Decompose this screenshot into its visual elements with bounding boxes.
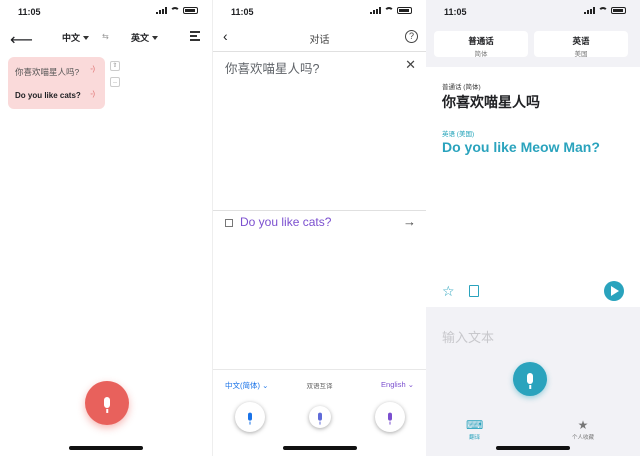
mic-icon [388, 412, 392, 421]
settings-sliders-icon[interactable] [190, 31, 200, 43]
mic-button[interactable] [513, 362, 547, 396]
target-language-sub: 美国 [574, 51, 588, 58]
status-bar: 11:05 [426, 0, 640, 22]
mic-button[interactable] [85, 381, 129, 425]
signal-icon [156, 7, 167, 14]
translate-icon: ⌨ [466, 418, 484, 432]
tab-translate[interactable]: ⌨ 翻译 [466, 418, 483, 441]
tab-translate-label: 翻译 [469, 435, 481, 441]
speaker-icon[interactable]: ◦) [90, 91, 95, 98]
target-language-label: 英文 [131, 33, 150, 43]
chevron-down-icon [83, 35, 90, 40]
battery-icon [183, 7, 198, 14]
status-icons [584, 7, 626, 14]
status-time: 11:05 [18, 7, 41, 17]
target-label: 英语 (美国) [442, 131, 475, 138]
home-indicator [69, 446, 143, 450]
star-icon: ★ [577, 418, 589, 432]
swap-languages-icon[interactable]: ⇆ [102, 32, 109, 41]
page-title: 对话 [309, 35, 330, 46]
star-icon[interactable]: ☆ [442, 283, 455, 300]
source-text-input[interactable]: 你喜欢喵星人吗? [225, 58, 319, 77]
source-language-sub: 简体 [474, 51, 488, 58]
mic-icon [248, 412, 252, 421]
answer-text: Do you like cats? [15, 91, 81, 100]
copy-icon[interactable] [225, 219, 233, 227]
more-icon[interactable]: ‥ [110, 77, 120, 87]
play-icon[interactable] [604, 281, 624, 301]
tab-favorites[interactable]: ★ 个人收藏 [572, 418, 594, 441]
text-input[interactable]: 输入文本 [442, 327, 494, 346]
signal-icon [584, 7, 595, 14]
divider [213, 210, 426, 211]
source-language-selector[interactable]: 中文 [62, 31, 90, 44]
right-mic-button[interactable] [375, 402, 405, 432]
mic-icon [318, 412, 322, 421]
battery-icon [611, 7, 626, 14]
share-icon[interactable]: ⇧ [110, 61, 120, 71]
right-language-selector[interactable]: English ⌄ [381, 380, 414, 389]
forward-arrow-icon[interactable]: → [403, 214, 416, 229]
target-language-button[interactable]: 英语 美国 [534, 31, 628, 58]
header: ‹ 对话 ? [213, 22, 426, 52]
source-language-title: 普通话 [468, 36, 494, 46]
status-bar: 11:05 [213, 0, 426, 22]
target-language-title: 英语 [572, 36, 590, 46]
close-icon[interactable]: ✕ [405, 57, 416, 73]
status-icons [370, 7, 412, 14]
dictionary-icon[interactable] [469, 285, 479, 297]
battery-icon [397, 7, 412, 14]
conversation-bubble: 你喜欢喵星人吗? ◦) Do you like cats? ◦) [8, 57, 105, 109]
tab-favorites-label: 个人收藏 [572, 435, 595, 441]
left-mic-button[interactable] [235, 402, 265, 432]
target-text: Do you like Meow Man? [442, 139, 600, 155]
source-language-button[interactable]: 普通话 简体 [434, 31, 528, 58]
status-icons [156, 7, 198, 14]
mic-icon [104, 396, 110, 408]
target-language-selector[interactable]: 英文 [131, 31, 159, 44]
conversation-screen: 11:05 ‹ 对话 ? 你喜欢喵星人吗? ✕ Do you like cats… [212, 0, 426, 456]
speaker-icon[interactable]: ◦) [90, 66, 95, 73]
home-indicator [282, 446, 357, 450]
source-language-label: 中文 [62, 33, 81, 43]
signal-icon [370, 7, 381, 14]
back-arrow-icon[interactable]: ⟵ [10, 30, 33, 50]
translation-output: Do you like cats? [240, 215, 332, 229]
auto-mic-button[interactable] [309, 406, 331, 428]
status-time: 11:05 [231, 7, 254, 17]
source-text: 你喜欢喵星人吗 [442, 94, 540, 110]
mic-icon [527, 372, 533, 384]
query-text: 你喜欢喵星人吗? [15, 67, 80, 77]
wifi-icon [384, 7, 394, 14]
help-icon[interactable]: ? [405, 30, 418, 43]
source-label: 普通话 (简体) [442, 84, 481, 91]
divider [213, 369, 426, 370]
home-indicator [496, 446, 570, 450]
translate-screen-google: 11:05 ⟵ 中文 ⇆ 英文 你喜欢喵星人吗? ◦) Do you like … [0, 0, 212, 456]
wifi-icon [170, 7, 180, 14]
chevron-down-icon [152, 35, 159, 40]
status-bar: 11:05 [0, 0, 212, 22]
status-time: 11:05 [444, 7, 467, 17]
apple-translate-screen: 11:05 普通话 简体 英语 美国 普通话 (简体) 你喜欢喵星人吗 英语 (… [426, 0, 640, 456]
wifi-icon [598, 7, 608, 14]
